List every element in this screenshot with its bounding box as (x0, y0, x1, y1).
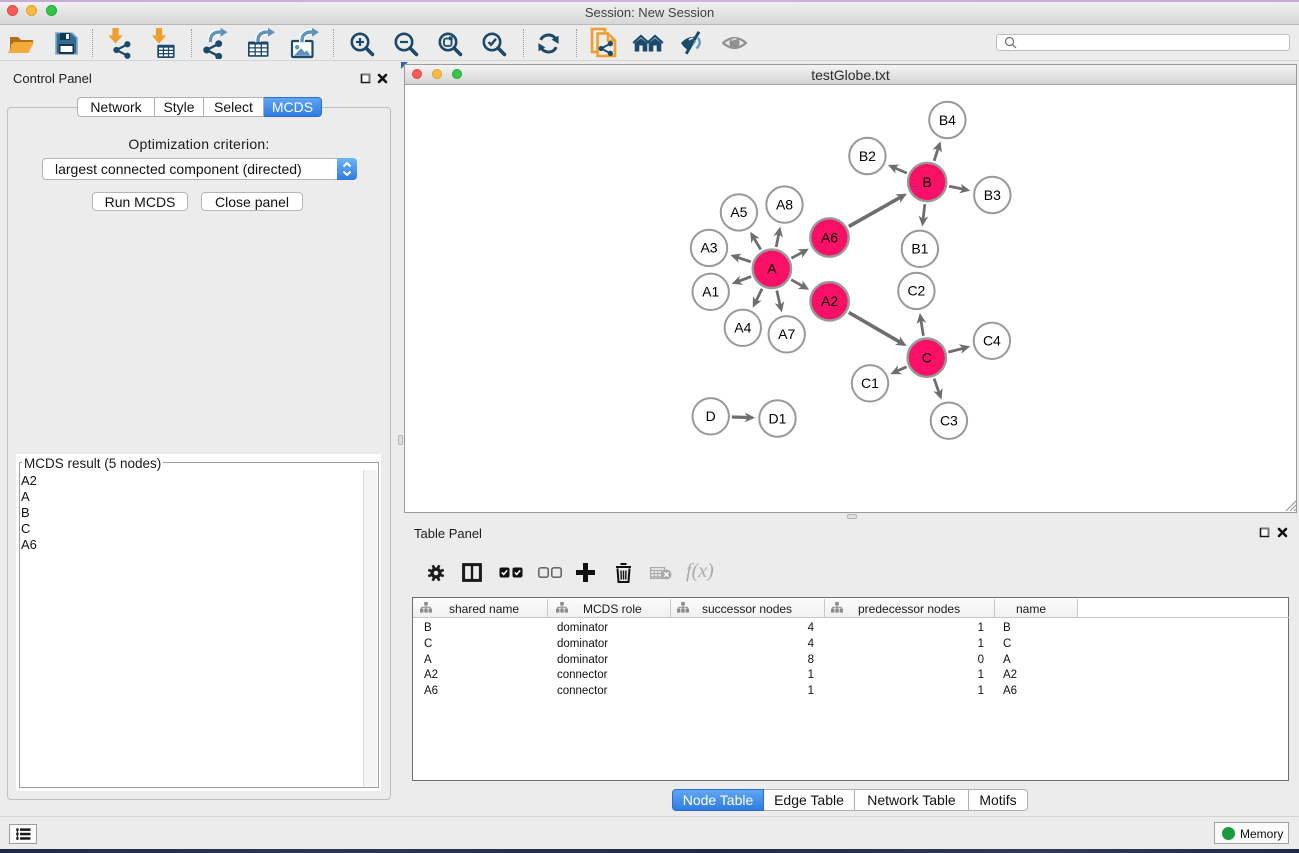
svg-text:A4: A4 (734, 320, 751, 336)
svg-text:B2: B2 (859, 148, 876, 164)
svg-text:C3: C3 (940, 413, 958, 429)
svg-text:C: C (922, 350, 932, 366)
svg-text:B1: B1 (911, 241, 928, 257)
svg-text:A1: A1 (702, 284, 719, 300)
svg-text:B: B (923, 174, 932, 190)
svg-text:A5: A5 (730, 204, 747, 220)
svg-text:A7: A7 (778, 326, 795, 342)
svg-text:D: D (706, 408, 716, 424)
svg-text:A6: A6 (821, 229, 838, 245)
svg-text:C1: C1 (861, 375, 879, 391)
svg-text:A3: A3 (700, 240, 717, 256)
svg-text:A8: A8 (776, 196, 793, 212)
svg-text:A: A (767, 261, 777, 277)
svg-text:B4: B4 (939, 112, 956, 128)
svg-text:C2: C2 (907, 283, 925, 299)
svg-text:D1: D1 (769, 410, 787, 426)
svg-text:B3: B3 (984, 187, 1001, 203)
svg-text:A2: A2 (821, 293, 838, 309)
svg-text:C4: C4 (983, 333, 1001, 349)
